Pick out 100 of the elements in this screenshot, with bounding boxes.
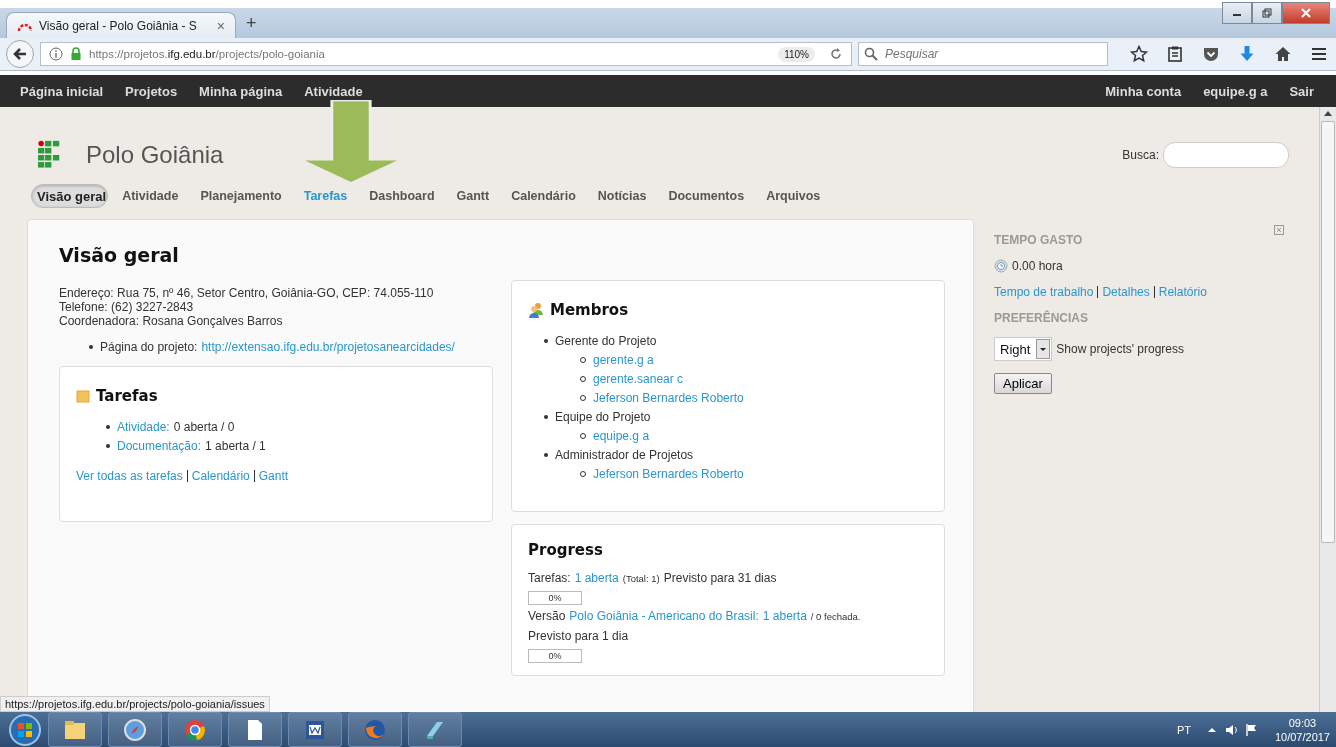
close-tab-button[interactable]: × [216,17,225,34]
project-tab[interactable]: Arquivos [758,185,829,207]
project-tab[interactable]: Planejamento [192,185,290,207]
box-heading: Progress [528,541,603,559]
logo-icon [38,140,60,170]
tab-title: Visão geral - Polo Goiânia - S [39,18,198,33]
close-icon [1301,8,1311,18]
project-info-text: Endereço: Rua 75, nº 46, Setor Centro, Goiânia-GO, CEP: 74.055-110 [59,286,435,300]
language-indicator[interactable]: PT [1176,723,1191,736]
tracker-link[interactable]: Atividade: [117,419,170,434]
project-tab[interactable]: Gantt [448,185,498,207]
clock-date: 10/07/2017 [1274,729,1330,744]
total-count: (Total: 1) [622,573,660,584]
tasks-footer-link[interactable]: Calendário [191,469,250,483]
start-button[interactable] [8,712,42,747]
back-button[interactable] [6,40,34,68]
clipboard-icon[interactable] [1166,45,1184,63]
page-heading: Visão geral [59,244,180,266]
minimize-button[interactable] [1222,2,1252,24]
member-link[interactable]: gerente.sanear c [593,371,684,386]
bullet-icon [544,452,548,457]
project-tab[interactable]: Dashboard [361,185,443,207]
flag-icon[interactable] [1244,722,1259,737]
info-icon[interactable] [49,47,63,61]
box-heading: Membros [550,301,629,319]
bullet-icon [544,338,548,343]
select-label: Show projects' progress [1056,342,1185,356]
tasks-footer-link[interactable]: Ver todas as tarefas [76,469,183,483]
ticket-icon [76,389,90,403]
issue-count: 1 aberta / 1 [205,438,266,453]
top-menu-link[interactable]: equipe.g a [1203,83,1268,99]
issue-count: 0 aberta / 0 [173,419,235,434]
search-label: Busca: [1122,148,1159,162]
scroll-up-icon[interactable] [1324,110,1332,118]
closed-count: / 0 fechada. [810,611,861,622]
progress-label: Tarefas: [528,571,571,585]
browser-tab[interactable]: Visão geral - Polo Goiânia - S × [6,12,236,38]
tasks-footer-link[interactable]: Gantt [258,469,289,483]
top-menu-link[interactable]: Projetos [125,83,178,99]
role-name: Gerente do Projeto [555,333,657,348]
homepage-link[interactable]: http://extensao.ifg.edu.br/projetosanearcidades/ [201,340,455,354]
download-icon[interactable] [1238,45,1256,63]
globe-icon[interactable] [348,712,402,747]
role-name: Administrador de Projetos [555,447,694,462]
project-info-text: Telefone: (62) 3227-2843 [59,300,195,314]
browser-icon[interactable] [168,712,222,747]
address-bar[interactable]: https://projetos.ifg.edu.br/projects/polo-goiania 110% [40,42,852,66]
project-tab[interactable]: Calendário [503,185,584,207]
top-menu-link[interactable]: Página inicial [20,83,104,99]
progress-percent: 0% [548,593,562,603]
search-field[interactable] [1163,142,1289,168]
due-text: Previsto para 31 dias [663,571,777,585]
folder-icon[interactable] [48,712,102,747]
project-tab[interactable]: Atividade [114,185,187,207]
project-tab[interactable]: Visão geral [31,184,109,208]
search-field[interactable]: Pesquisar [858,42,1108,66]
reload-icon[interactable] [829,47,843,61]
bullet-icon [106,424,110,429]
project-tab[interactable]: Documentos [660,185,753,207]
version-link[interactable]: Polo Goiânia - Americano do Brasil: [569,609,759,623]
top-menu-link[interactable]: Minha página [199,83,283,99]
zoom-level-button[interactable]: 110% [778,46,815,62]
version-label: Versão [528,609,566,623]
tracker-link[interactable]: Documentação: [117,438,202,453]
clock-time: 09:03 [1288,715,1317,730]
top-menu-link[interactable]: Atividade [304,83,363,99]
top-menu-link[interactable]: Minha conta [1105,83,1182,99]
status-url: https://projetos.ifg.edu.br/projects/polo-goiania/issues [0,696,270,712]
member-link[interactable]: gerente.g a [593,352,654,367]
new-tab-button[interactable]: + [246,13,257,34]
star-icon[interactable] [1130,45,1148,63]
sidebar-heading: PREFERÊNCIAS [994,311,1088,325]
member-link[interactable]: equipe.g a [593,428,650,443]
bullet-icon [106,443,110,448]
close-window-button[interactable] [1282,2,1330,24]
top-menu-link[interactable]: Sair [1289,83,1314,99]
sidebar-heading: TEMPO GASTO [994,233,1083,247]
menu-icon[interactable] [1310,45,1328,63]
home-icon[interactable] [1274,45,1292,63]
open-issues-link[interactable]: 1 aberta [762,609,807,623]
scrollbar[interactable] [1319,107,1336,712]
member-link[interactable]: Jeferson Bernardes Roberto [593,466,744,481]
compass-icon[interactable] [108,712,162,747]
clock-icon [994,259,1008,273]
due-text: Previsto para 1 dia [528,629,630,645]
document-icon[interactable] [228,712,282,747]
pocket-icon[interactable] [1202,45,1220,63]
apply-button[interactable]: Aplicar [994,373,1052,394]
project-title: Polo Goiânia [86,141,224,169]
url-text: https://projetos.ifg.edu.br/projects/polo-goiania [89,48,326,60]
project-tab[interactable]: Notícias [589,185,655,207]
member-link[interactable]: Jeferson Bernardes Roberto [593,390,744,405]
select-field[interactable]: Right [994,337,1053,361]
word-processor-icon[interactable] [288,712,342,747]
project-info-text: Coordenadora: Rosana Gonçalves Barros [59,314,284,328]
speaker-icon[interactable] [1224,722,1239,737]
open-issues-link[interactable]: 1 aberta [574,571,619,585]
role-name: Equipe do Projeto [555,409,651,424]
restore-button[interactable] [1252,2,1282,24]
app-icon[interactable] [408,712,462,747]
